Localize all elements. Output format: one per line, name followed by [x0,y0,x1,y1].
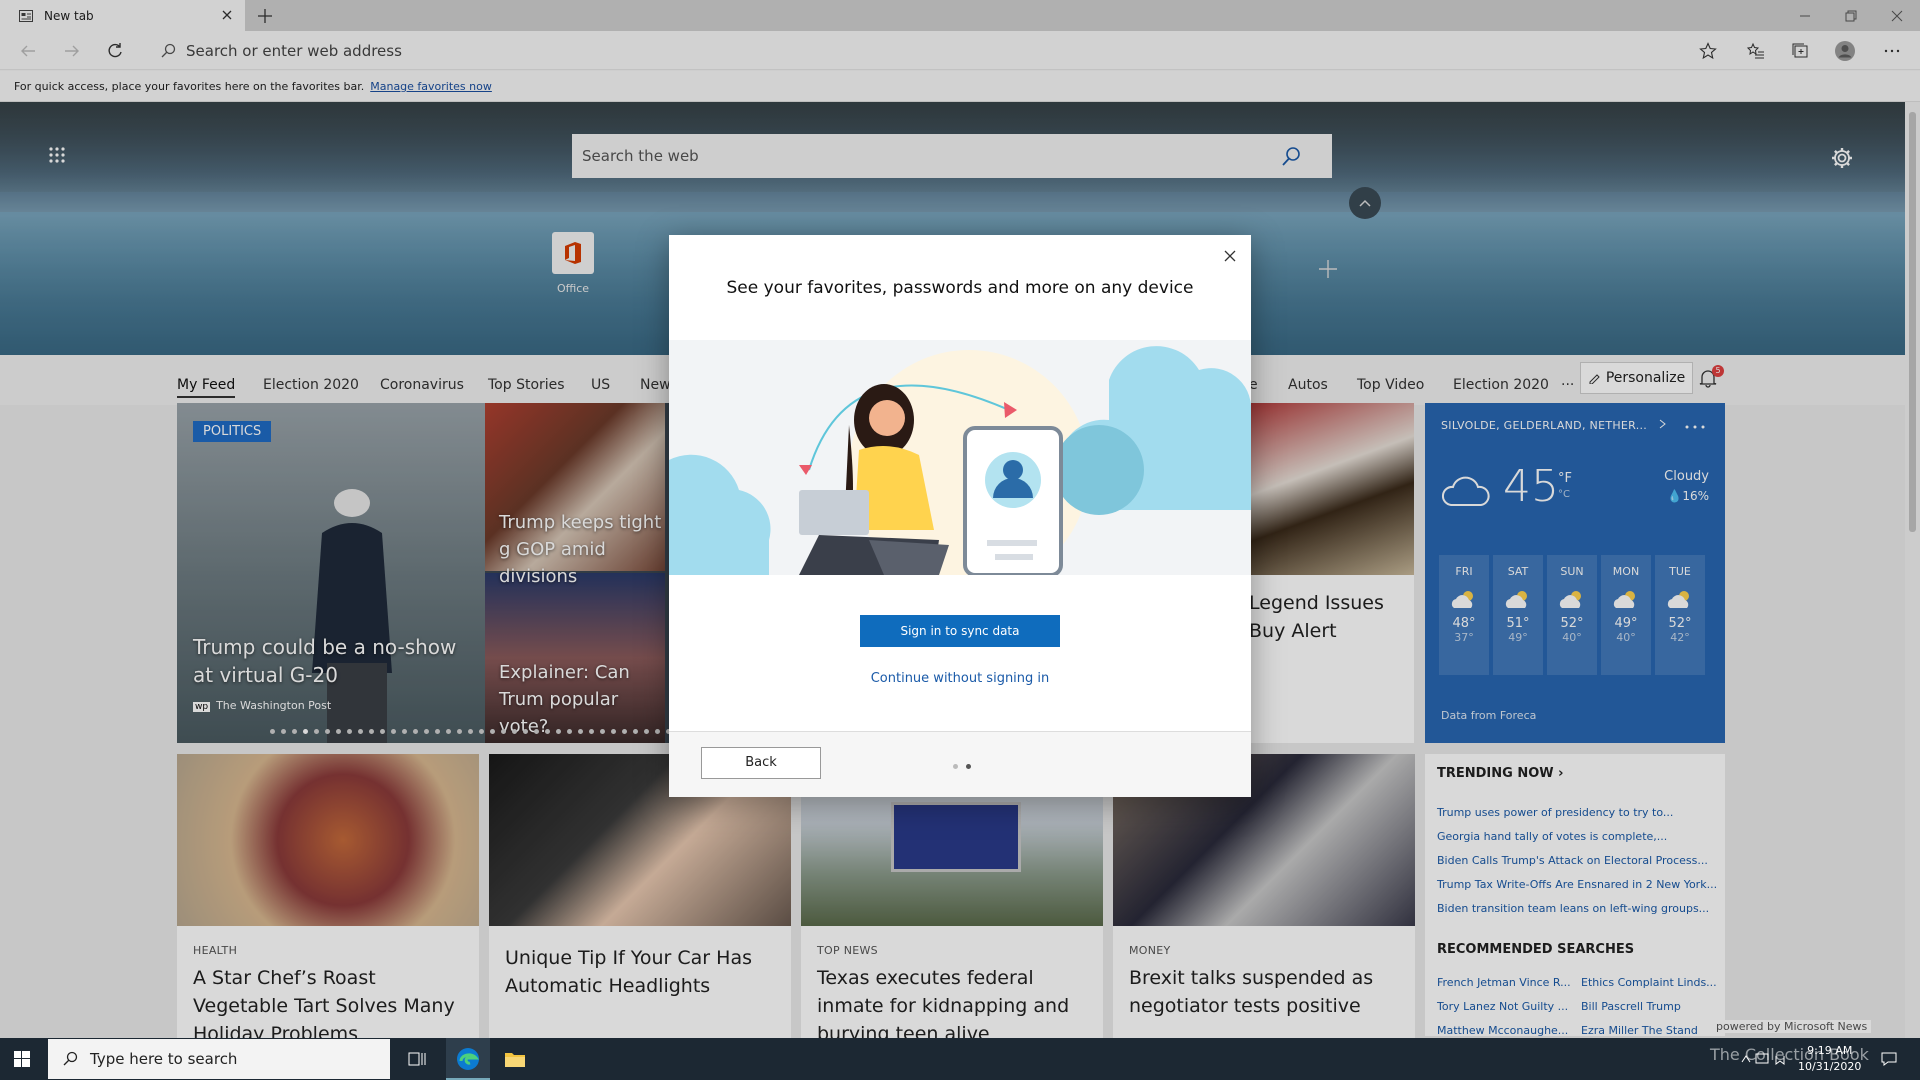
watermark: The Collection Book [1710,1045,1869,1064]
step-dot-active [966,764,971,769]
notification-center-icon[interactable] [1880,1050,1898,1068]
taskbar-edge[interactable] [446,1038,490,1080]
taskbar-search[interactable]: Type here to search [48,1039,390,1079]
step-indicator [953,764,971,769]
woman-laptop-phone-illustration [669,346,1251,575]
search-icon [63,1051,78,1066]
windows-start-icon[interactable] [14,1051,30,1067]
sign-in-sync-button[interactable]: Sign in to sync data [860,615,1060,647]
file-explorer-icon[interactable] [502,1046,528,1072]
taskbar-search-placeholder: Type here to search [90,1050,238,1068]
edge-icon [457,1048,479,1070]
task-view-icon[interactable] [404,1046,430,1072]
dialog-title: See your favorites, passwords and more o… [726,278,1194,298]
continue-without-signin-link[interactable]: Continue without signing in [669,671,1251,686]
dialog-footer: Back [669,731,1251,797]
close-icon[interactable] [1223,249,1237,263]
taskbar: Type here to search 9:19 AM 10/31/2020 [0,1038,1920,1080]
step-dot [953,764,958,769]
back-button[interactable]: Back [701,747,821,779]
sync-dialog: See your favorites, passwords and more o… [669,235,1251,797]
sync-illustration [669,340,1251,575]
